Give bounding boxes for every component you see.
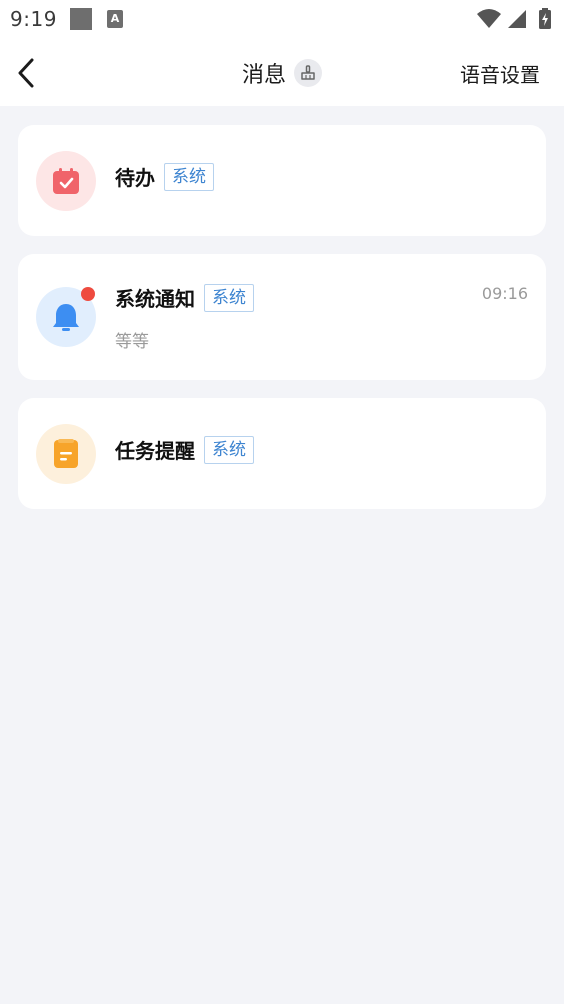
voice-settings-button[interactable]: 语音设置 [460, 59, 540, 88]
task-note-icon [54, 439, 78, 468]
page-title: 消息 [241, 63, 286, 88]
battery-charging-icon [539, 8, 551, 29]
app-header: 消息 语音设置 [0, 40, 564, 106]
todo-icon-circle [36, 151, 96, 211]
system-tag: 系统 [204, 435, 254, 464]
cellular-signal-icon [508, 10, 526, 28]
unread-dot [81, 287, 95, 301]
task-icon-circle [36, 424, 96, 484]
message-title: 待办 [115, 166, 155, 190]
wifi-icon [477, 9, 501, 28]
clear-messages-button[interactable] [294, 59, 322, 87]
message-preview: 等等 [115, 332, 149, 352]
system-tag: 系统 [164, 162, 214, 191]
task-title-row: 任务提醒 系统 [115, 435, 254, 464]
message-item-task-reminder[interactable]: 任务提醒 系统 [18, 398, 546, 509]
status-icons [476, 7, 556, 31]
notification-a-icon: A [107, 10, 123, 28]
message-item-system-notice[interactable]: 系统通知 系统 09:16 等等 [18, 254, 546, 380]
message-title: 任务提醒 [115, 439, 195, 463]
broom-icon [301, 65, 315, 80]
status-bar: 9:19 A [0, 0, 564, 40]
message-time: 09:16 [481, 284, 528, 303]
status-time: 9:19 [10, 7, 57, 31]
system-tag: 系统 [204, 283, 254, 312]
todo-title-row: 待办 系统 [115, 162, 214, 191]
notice-title-row: 系统通知 系统 [115, 283, 254, 312]
message-title: 系统通知 [115, 287, 195, 311]
todo-calendar-check-icon [53, 168, 79, 194]
notification-square-icon [70, 8, 92, 30]
bell-icon [53, 304, 79, 331]
message-item-todo[interactable]: 待办 系统 [18, 125, 546, 236]
